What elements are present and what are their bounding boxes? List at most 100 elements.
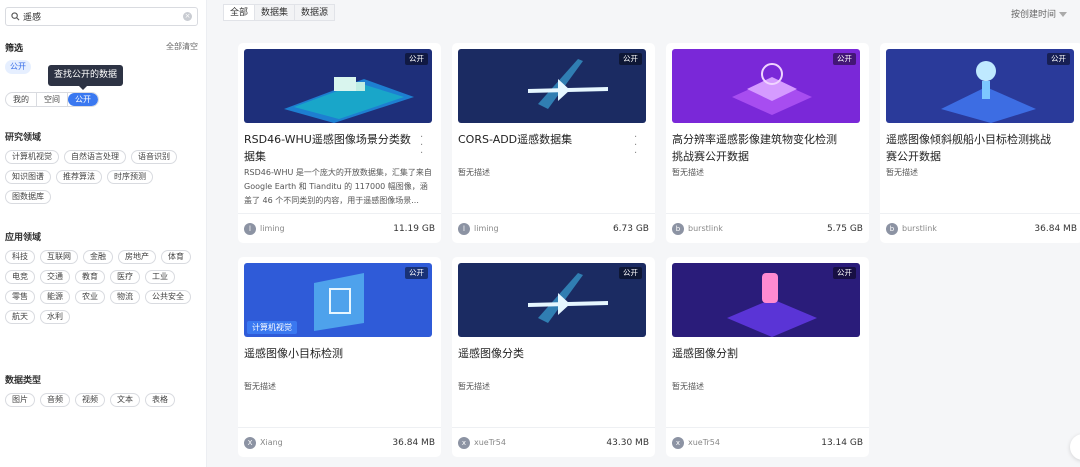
card-footer: x xueTr54 43.30 MB [452,427,655,457]
chip-application[interactable]: 工业 [145,270,175,284]
owner-name[interactable]: xueTr54 [474,438,606,447]
owner-name[interactable]: xueTr54 [688,438,821,447]
chip-application[interactable]: 互联网 [40,250,78,264]
clear-all-link[interactable]: 全部清空 [166,41,198,54]
card-title[interactable]: 遥感图像分类 [458,345,632,362]
airplane-illustration-icon [458,263,646,337]
chip-datatype[interactable]: 表格 [145,393,175,407]
tab-datasets[interactable]: 数据集 [254,4,296,21]
chip-research[interactable]: 时序预测 [107,170,153,184]
chip-datatype[interactable]: 图片 [5,393,35,407]
chip-application[interactable]: 房地产 [118,250,156,264]
truck-illustration-icon [244,49,432,123]
chip-datatype[interactable]: 音频 [40,393,70,407]
chip-research[interactable]: 知识图谱 [5,170,51,184]
chip-application[interactable]: 科技 [5,250,35,264]
more-menu-icon[interactable]: · · · [420,133,423,159]
card-title[interactable]: 遥感图像分割 [672,345,846,362]
chip-application[interactable]: 教育 [75,270,105,284]
card-title[interactable]: 遥感图像小目标检测 [244,345,418,362]
chip-application[interactable]: 航天 [5,310,35,324]
chip-application[interactable]: 交通 [40,270,70,284]
card-thumbnail: 公开 [244,49,432,123]
dataset-size: 5.75 GB [826,223,863,234]
tab-datasources[interactable]: 数据源 [294,4,336,21]
seg-space[interactable]: 空间 [37,93,68,106]
visibility-segmented: 我的 空间 公开 [5,92,99,107]
avatar: x [458,436,470,449]
sort-dropdown[interactable]: 按创建时间 [1011,7,1068,20]
dataset-card[interactable]: 公开 CORS-ADD遥感数据集 · · · 暂无描述 l liming 6.73 … [452,43,655,243]
dataset-size: 13.14 GB [821,437,863,448]
dataset-card[interactable]: 公开 遥感图像倾斜舰船小目标检测挑战赛公开数据 暂无描述 b burstlink… [880,43,1080,243]
avatar: X [244,436,256,449]
chip-research[interactable]: 推荐算法 [56,170,102,184]
dataset-size: 11.19 GB [393,223,435,234]
dataset-card[interactable]: 公开 计算机视觉 遥感图像小目标检测 暂无描述 X Xiang 36.84 MB [238,257,441,457]
card-footer: l liming 6.73 GB [452,213,655,243]
selected-filter-tag[interactable]: 公开 [5,60,31,74]
chip-research[interactable]: 自然语言处理 [64,150,126,164]
filter-title: 筛选 [5,44,24,54]
chip-research[interactable]: 图数据库 [5,190,51,204]
category-badge: 计算机视觉 [247,321,297,334]
avatar: b [672,222,684,235]
dataset-card[interactable]: 公开 遥感图像分割 暂无描述 x xueTr54 13.14 GB [666,257,869,457]
card-footer: b burstlink 36.84 MB [880,213,1080,243]
floating-action-button[interactable] [1070,434,1080,460]
chip-application[interactable]: 体育 [161,250,191,264]
public-badge: 公开 [833,53,856,65]
card-footer: x xueTr54 13.14 GB [666,427,869,457]
dataset-size: 6.73 GB [612,223,649,234]
owner-name[interactable]: burstlink [902,224,1034,233]
chip-research[interactable]: 语音识别 [131,150,177,164]
owner-name[interactable]: burstlink [688,224,827,233]
chip-research[interactable]: 计算机视觉 [5,150,59,164]
chip-application[interactable]: 水利 [40,310,70,324]
card-thumbnail: 公开 [672,49,860,123]
chip-application[interactable]: 零售 [5,290,35,304]
chip-application[interactable]: 农业 [75,290,105,304]
chip-application[interactable]: 金融 [83,250,113,264]
card-title[interactable]: 遥感图像倾斜舰船小目标检测挑战赛公开数据 [886,131,1060,165]
card-description: 暂无描述 [886,168,918,177]
card-thumbnail: 公开 [458,49,646,123]
owner-name[interactable]: liming [260,224,393,233]
chip-application[interactable]: 电竞 [5,270,35,284]
dataset-card[interactable]: 公开 RSD46-WHU遥感图像场景分类数据集 · · · RSD46-WHU 是一… [238,43,441,243]
datatype-chips: 图片 音频 视频 文本 表格 [5,393,200,407]
owner-name[interactable]: liming [474,224,613,233]
tab-all[interactable]: 全部 [223,4,256,21]
dataset-card[interactable]: 公开 遥感图像分类 暂无描述 x xueTr54 43.30 MB [452,257,655,457]
datatype-title: 数据类型 [5,376,42,386]
card-description: 暂无描述 [458,382,490,391]
public-badge: 公开 [405,267,428,279]
avatar: x [672,436,684,449]
chip-application[interactable]: 公共安全 [145,290,191,304]
card-title[interactable]: CORS-ADD遥感数据集 [458,131,632,148]
filter-header: 筛选 全部清空 [5,41,198,54]
chip-datatype[interactable]: 视频 [75,393,105,407]
chip-application[interactable]: 能源 [40,290,70,304]
card-title[interactable]: RSD46-WHU遥感图像场景分类数据集 [244,131,418,165]
clear-search-icon[interactable]: × [183,12,192,21]
tooltip: 查找公开的数据 [48,65,124,90]
search-icon [11,12,20,21]
seg-public[interactable]: 公开 [68,93,98,106]
search-input[interactable]: 遥感 [23,10,183,23]
seg-mine[interactable]: 我的 [6,93,37,106]
card-thumbnail: 公开 [886,49,1074,123]
more-menu-icon[interactable]: · · · [634,133,637,159]
public-badge: 公开 [833,267,856,279]
search-box[interactable]: 遥感 × [5,7,198,26]
owner-name[interactable]: Xiang [260,438,392,447]
caret-down-icon [1059,12,1068,17]
chip-application[interactable]: 物流 [110,290,140,304]
card-title[interactable]: 高分辨率遥感影像建筑物变化检测挑战赛公开数据 [672,131,846,165]
dataset-card[interactable]: 公开 高分辨率遥感影像建筑物变化检测挑战赛公开数据 暂无描述 b burstli… [666,43,869,243]
chip-application[interactable]: 医疗 [110,270,140,284]
dataset-size: 43.30 MB [606,437,649,448]
avatar: l [244,222,256,235]
public-badge: 公开 [619,53,642,65]
chip-datatype[interactable]: 文本 [110,393,140,407]
